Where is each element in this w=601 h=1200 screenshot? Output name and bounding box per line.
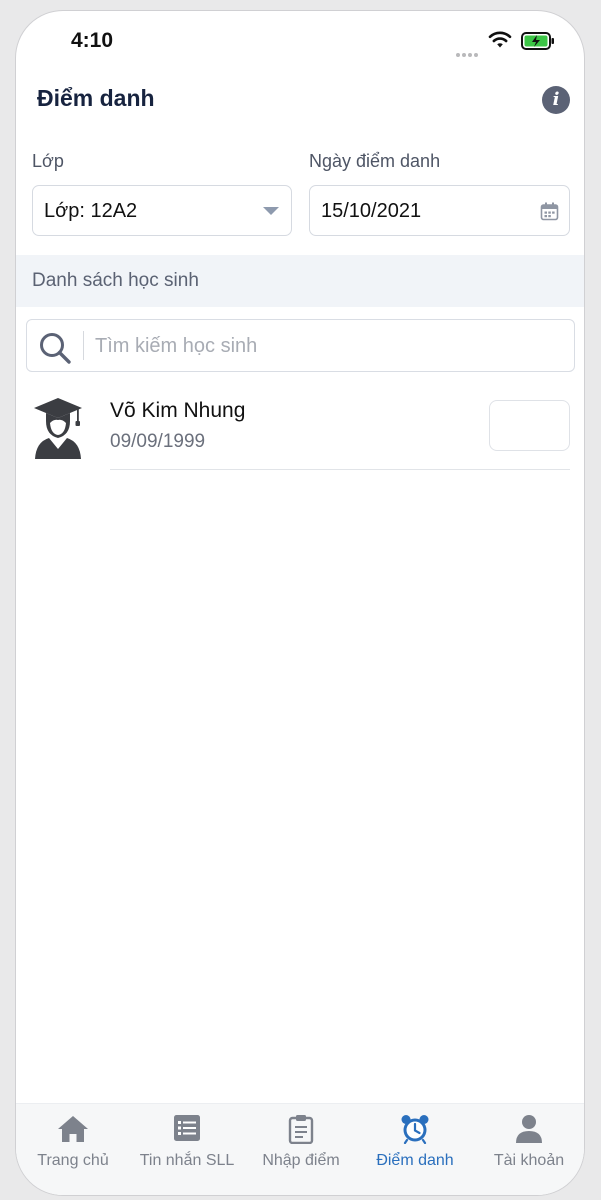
home-icon (58, 1116, 88, 1142)
graduate-icon (34, 398, 82, 459)
tab-label: Tin nhắn SLL (139, 1152, 235, 1169)
date-value: 15/10/2021 (321, 200, 422, 222)
page-title: Điểm danh (37, 85, 155, 111)
tab-label: Điểm danh (376, 1152, 454, 1169)
section-title: Danh sách học sinh (32, 270, 199, 291)
caret-down-icon (263, 207, 279, 215)
wifi-icon (488, 31, 512, 48)
status-bar: 4:10 (16, 11, 584, 71)
date-picker[interactable]: 15/10/2021 (309, 185, 570, 236)
info-icon[interactable]: i (542, 86, 570, 114)
tab-bar: Trang chủ Tin nhắn SLL Nhập điểm Điểm da… (16, 1103, 584, 1195)
tab-label: Trang chủ (37, 1152, 109, 1169)
search-input[interactable] (93, 330, 557, 362)
class-label: Lớp (32, 151, 64, 171)
tab-label: Nhập điểm (262, 1152, 340, 1169)
tab-label: Tài khoản (493, 1152, 565, 1169)
student-dob: 09/09/1999 (110, 431, 206, 452)
battery-charging-icon (521, 32, 554, 50)
student-list-section-header: Danh sách học sinh (16, 255, 584, 307)
student-name: Võ Kim Nhung (110, 399, 246, 422)
search-icon (40, 333, 71, 364)
signal-dots-icon (456, 44, 480, 62)
search-box[interactable] (26, 319, 575, 372)
attendance-input[interactable] (489, 400, 570, 451)
list-divider (110, 469, 570, 470)
search-divider (83, 331, 84, 360)
class-select-value: Lớp: 12A2 (44, 200, 138, 222)
status-time: 4:10 (71, 29, 114, 52)
list-item[interactable]: Võ Kim Nhung 09/09/1999 (16, 389, 584, 471)
tab-grades[interactable]: Nhập điểm (244, 1104, 358, 1184)
phone-frame: 4:10 Điểm danh i Lớp Ngày điểm danh Lớp:… (15, 10, 585, 1196)
date-label: Ngày điểm danh (309, 151, 441, 171)
tab-messages[interactable]: Tin nhắn SLL (130, 1104, 244, 1184)
tab-attendance[interactable]: Điểm danh (358, 1104, 472, 1184)
clipboard-icon (288, 1115, 314, 1144)
message-list-icon (174, 1115, 200, 1141)
calendar-icon (540, 202, 559, 221)
tab-home[interactable]: Trang chủ (16, 1104, 130, 1184)
user-icon (516, 1115, 542, 1143)
class-select[interactable]: Lớp: 12A2 (32, 185, 292, 236)
alarm-clock-icon (401, 1115, 429, 1144)
tab-account[interactable]: Tài khoản (472, 1104, 584, 1184)
